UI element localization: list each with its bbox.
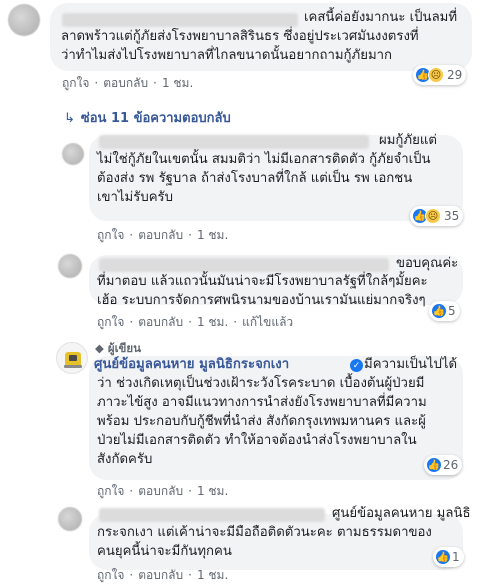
like-link[interactable]: ถูกใจ — [97, 226, 124, 245]
reply-avatar[interactable] — [58, 254, 82, 278]
reply-text-line: ไม่ใช่กู้ภัยในเขตนั้น สมมติว่า ไม่มีเอกส… — [97, 152, 431, 167]
reaction-summary[interactable]: 👍 5 — [429, 301, 460, 321]
reaction-count: 26 — [443, 458, 459, 472]
reaction-count: 29 — [447, 68, 463, 82]
reply-text-line: กระจกเงา แต่เค้าน่าจะมีมือถือติดตัวนะคะ … — [97, 525, 432, 540]
like-link[interactable]: ถูกใจ — [97, 566, 124, 585]
thumbs-up-icon: 👍 — [435, 549, 451, 565]
reaction-summary[interactable]: 👍 26 — [424, 455, 463, 475]
reply-link[interactable]: ตอบกลับ — [138, 313, 183, 332]
comment-bubble: เคสนี้ค่อยังมากนะ เป็นลมที่ ลาดพร้าวแต่ก… — [50, 3, 472, 71]
like-link[interactable]: ถูกใจ — [97, 313, 124, 332]
reply-text-line: ขอบคุณค่ะ — [396, 256, 459, 271]
page-avatar[interactable] — [56, 342, 88, 374]
reply-bubble: ผมกู้ภัยแต่ ไม่ใช่กู้ภัยในเขตนั้น สมมติว… — [89, 133, 463, 221]
like-link[interactable]: ถูกใจ — [62, 74, 89, 93]
comment-thread: เคสนี้ค่อยังมากนะ เป็นลมที่ ลาดพร้าวแต่ก… — [0, 0, 495, 582]
author-shield-icon: ◆ — [95, 341, 104, 355]
commenter-avatar[interactable] — [8, 4, 40, 36]
reaction-summary[interactable]: 👍 ☹ 29 — [413, 65, 467, 85]
reply-actions: ถูกใจ · ตอบกลับ · 1 ชม. — [97, 226, 228, 245]
reply-link[interactable]: ตอบกลับ — [138, 566, 183, 585]
thumbs-up-icon: 👍 — [431, 303, 447, 319]
reply-text-line: ป่วยไม่มีเอกสารติดตัว ทำให้อาจต้องนำส่งโ… — [97, 433, 417, 448]
reaction-count: 5 — [448, 304, 456, 318]
reply-actions: ถูกใจ · ตอบกลับ · 1 ชม. · แก้ไขแล้ว — [97, 313, 293, 332]
mention-link[interactable]: ศูนย์ข้อมูลคนหาย มูลนิธิ — [332, 504, 471, 523]
edited-label[interactable]: แก้ไขแล้ว — [242, 313, 293, 332]
reply-text-line: เขาไม่รับครับ — [97, 190, 173, 205]
thumbs-up-icon: 👍 — [426, 457, 442, 473]
reply-bubble: ศูนย์ข้อมูลคนหาย มูลนิธิ กระจกเงา แต่เค้… — [89, 506, 471, 570]
reply-link[interactable]: ตอบกลับ — [138, 226, 183, 245]
reply-text-line: คนยุคนี้น่าจะมีกันทุกคน — [97, 544, 232, 559]
reaction-count: 35 — [444, 209, 460, 223]
reply-text-line: เฮ้อ ระบบการจัดการศพนิรนามของบ้านเรามันแ… — [97, 293, 426, 308]
reply-text-line: ภาวะไข้สูง อาจมีแนวทางการนำส่งยังโรงพยาบ… — [97, 395, 427, 410]
reply-arrow-icon: ↳ — [64, 111, 75, 126]
reply-link[interactable]: ตอบกลับ — [138, 482, 183, 501]
reply-text-line: พร้อม ประกอบกับกู้ชีพที่นำส่ง สังกัดกรุง… — [97, 414, 426, 429]
redacted-name — [62, 13, 298, 27]
reply-text-line: ต้องส่ง รพ รัฐบาล ถ้าส่งโรงบาลที่ใกล้ แต… — [97, 171, 413, 186]
sad-face-icon: ☹ — [425, 208, 441, 224]
reply-bubble: ศูนย์ข้อมูลคนหาย มูลนิธิกระจกเงา ✓ มีควา… — [89, 356, 463, 480]
author-name-link[interactable]: ศูนย์ข้อมูลคนหาย มูลนิธิกระจกเงา — [94, 355, 289, 374]
timestamp[interactable]: 1 ชม. — [197, 313, 228, 332]
reply-text-line: ที่มาตอบ แล้วแถวนั้นมันน่าจะมีโรงพยาบาลร… — [97, 274, 428, 289]
reply-link[interactable]: ตอบกลับ — [103, 74, 148, 93]
reaction-count: 1 — [452, 550, 460, 564]
comment-text-line: เคสนี้ค่อยังมากนะ เป็นลมที่ — [304, 10, 458, 25]
timestamp[interactable]: 1 ชม. — [162, 74, 193, 93]
sad-face-icon: ☹ — [428, 67, 444, 83]
redacted-name — [99, 135, 369, 149]
reply-actions: ถูกใจ · ตอบกลับ · 1 ชม. — [97, 566, 228, 585]
reply-text-line: ว่า ช่วงเกิดเหตุเป็นช่วงเฝ้าระวังโรคระบา… — [97, 376, 425, 391]
reaction-summary[interactable]: 👍 1 — [433, 547, 464, 567]
timestamp[interactable]: 1 ชม. — [197, 482, 228, 501]
hide-replies-toggle[interactable]: ↳ ซ่อน 11 ข้อความตอบกลับ — [64, 107, 231, 128]
reply-text-line: สังกัดครับ — [97, 452, 153, 467]
comment-actions: ถูกใจ · ตอบกลับ · 1 ชม. — [62, 74, 193, 93]
redacted-name — [99, 258, 389, 272]
verified-badge-icon: ✓ — [350, 359, 363, 372]
timestamp[interactable]: 1 ชม. — [197, 226, 228, 245]
comment-text-line: ลาดพร้าวแต่กู้ภัยส่งโรงพยาบาลสิรินธร ซึ่… — [61, 29, 419, 44]
timestamp[interactable]: 1 ชม. — [197, 566, 228, 585]
reply-avatar[interactable] — [62, 143, 84, 165]
reply-bubble: ขอบคุณค่ะ ที่มาตอบ แล้วแถวนั้นมันน่าจะมี… — [89, 255, 463, 308]
reply-actions: ถูกใจ · ตอบกลับ · 1 ชม. — [97, 482, 228, 501]
reply-text-line: มีความเป็นไปได้ — [364, 357, 458, 372]
reply-text-line: ผมกู้ภัยแต่ — [379, 133, 437, 148]
reply-avatar[interactable] — [58, 507, 82, 531]
redacted-name — [99, 508, 325, 522]
like-link[interactable]: ถูกใจ — [97, 482, 124, 501]
reaction-summary[interactable]: 👍 ☹ 35 — [410, 206, 464, 226]
comment-text-line: ว่าทำไมส่งไปโรงพยาบาลที่ไกลขนาดนั้นอยากถ… — [61, 48, 393, 63]
